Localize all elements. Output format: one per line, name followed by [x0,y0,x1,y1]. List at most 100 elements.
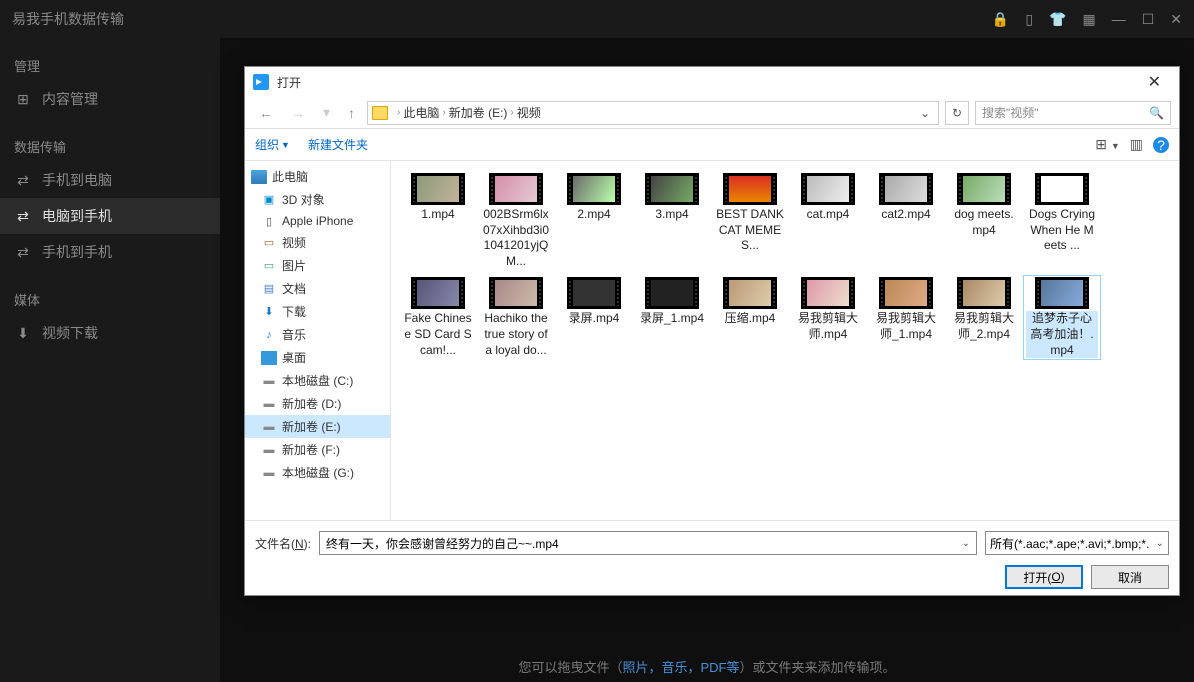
dialog-bottom: 文件名(N): 终有一天，你会感谢曾经努力的自己~~.mp4⌄ 所有(*.aac… [245,520,1179,595]
drop-hint-link[interactable]: 照片，音乐，PDF等 [622,660,739,675]
drop-hint: 您可以拖曳文件（照片，音乐，PDF等）或文件夹来添加传输项。 [518,657,895,676]
preview-pane-icon[interactable]: ▥ [1130,136,1143,153]
file-item[interactable]: BEST DANK CAT MEMES... [711,171,789,271]
file-label: Hachiko the true story of a loyal do... [480,311,552,358]
tree-item-icon: ▣ [261,193,277,207]
tree-item[interactable]: ♪音乐 [245,323,390,346]
file-label: 录屏.mp4 [567,311,622,327]
open-button[interactable]: 打开(O) [1005,565,1083,589]
sidebar-item[interactable]: ⬇视频下载 [0,315,220,351]
tree-item[interactable]: ⬇下载 [245,300,390,323]
sidebar-item[interactable]: ⊞内容管理 [0,81,220,117]
titlebar-icons: 🔒 ▯ 👕 ▦ — ☐ ✕ [992,11,1182,28]
tree-item[interactable]: ▤文档 [245,277,390,300]
tree-item-icon: ▭ [261,236,277,250]
tree-item[interactable]: 此电脑 [245,165,390,188]
tree-item[interactable]: ▬本地磁盘 (G:) [245,461,390,484]
nav-recent-icon[interactable]: ▾ [317,102,336,123]
tree-item[interactable]: ▬新加卷 (D:) [245,392,390,415]
dialog-titlebar: 打开 ✕ [245,67,1179,97]
search-icon: 🔍 [1149,106,1164,120]
sidebar: 管理⊞内容管理数据传输⇄手机到电脑⇄电脑到手机⇄手机到手机媒体⬇视频下载 [0,38,220,682]
file-item[interactable]: 易我剪辑大师_1.mp4 [867,275,945,360]
lock-icon[interactable]: 🔒 [992,11,1009,28]
view-mode-icon[interactable]: ⊞ ▼ [1095,136,1120,153]
new-folder-button[interactable]: 新建文件夹 [308,136,368,153]
folder-tree: 此电脑▣3D 对象▯Apple iPhone▭视频▭图片▤文档⬇下载♪音乐桌面▬… [245,161,391,520]
file-item[interactable]: Dogs Crying When He Meets ... [1023,171,1101,271]
tree-item[interactable]: ▭ 视频 [245,231,390,254]
cancel-button[interactable]: 取消 [1091,565,1169,589]
shirt-icon[interactable]: 👕 [1049,11,1066,28]
file-item[interactable]: 易我剪辑大师.mp4 [789,275,867,360]
tree-item-label: 图片 [282,257,306,274]
file-item[interactable]: cat2.mp4 [867,171,945,271]
file-thumbnail [879,173,933,205]
file-item[interactable]: 录屏.mp4 [555,275,633,360]
folder-icon [372,106,388,120]
sidebar-item[interactable]: ⇄手机到电脑 [0,162,220,198]
close-icon[interactable]: ✕ [1170,11,1182,28]
tree-item-icon [251,170,267,184]
phone-icon[interactable]: ▯ [1025,11,1033,28]
sidebar-item-icon: ⇄ [14,245,32,259]
sidebar-item-icon: ⇄ [14,209,32,223]
tree-item-icon: ▭ [261,259,277,273]
tree-item-label: 下载 [282,303,306,320]
dialog-close-icon[interactable]: ✕ [1138,70,1171,94]
file-thumbnail [567,173,621,205]
file-item[interactable]: 3.mp4 [633,171,711,271]
file-item[interactable]: 压缩.mp4 [711,275,789,360]
file-item[interactable]: 2.mp4 [555,171,633,271]
tree-item-label: 音乐 [282,326,306,343]
tree-item-label: 3D 对象 [282,191,325,208]
tree-item[interactable]: ▭ 图片 [245,254,390,277]
app-title: 易我手机数据传输 [12,9,124,29]
nav-up-icon[interactable]: ↑ [342,103,361,123]
tree-item[interactable]: ▬本地磁盘 (C:) [245,369,390,392]
tree-item[interactable]: ▣ 3D 对象 [245,188,390,211]
file-label: 002BSrm6lx07xXihbd3i01041201yjQM... [480,207,552,269]
sidebar-item-label: 手机到电脑 [42,170,112,190]
sidebar-item-label: 电脑到手机 [42,206,112,226]
tree-item[interactable]: 桌面 [245,346,390,369]
file-type-filter[interactable]: 所有(*.aac;*.ape;*.avi;*.bmp;*.⌄ [985,531,1169,555]
file-item[interactable]: Fake Chinese SD Card Scam!... [399,275,477,360]
organize-menu[interactable]: 组织 ▼ [255,136,290,153]
sidebar-item[interactable]: ⇄ 电脑到手机 [0,198,220,234]
filename-input[interactable]: 终有一天，你会感谢曾经努力的自己~~.mp4⌄ [319,531,977,555]
file-label: 追梦赤子心 高考加油！.mp4 [1026,311,1098,358]
tree-item-label: 视频 [282,234,306,251]
file-label: 压缩.mp4 [723,311,778,327]
menu-icon[interactable]: ▦ [1082,11,1095,28]
file-item[interactable]: 追梦赤子心 高考加油！.mp4 [1023,275,1101,360]
dialog-app-icon [253,74,269,90]
file-label: cat2.mp4 [879,207,932,223]
file-item[interactable]: 录屏_1.mp4 [633,275,711,360]
breadcrumb[interactable]: › 此电脑 › 新加卷 (E:) › 视频 ⌄ [367,101,939,125]
refresh-button[interactable]: ↻ [945,101,969,125]
file-item[interactable]: 002BSrm6lx07xXihbd3i01041201yjQM... [477,171,555,271]
file-label: dog meets.mp4 [948,207,1020,238]
minimize-icon[interactable]: — [1112,11,1126,27]
tree-item[interactable]: ▬新加卷 (F:) [245,438,390,461]
file-thumbnail [1035,277,1089,309]
file-label: Dogs Crying When He Meets ... [1026,207,1098,254]
file-thumbnail [957,277,1011,309]
file-thumbnail [489,277,543,309]
dialog-toolbar: 组织 ▼ 新建文件夹 ⊞ ▼ ▥ ? [245,129,1179,161]
search-input[interactable]: 搜索"视频" 🔍 [975,101,1171,125]
file-item[interactable]: cat.mp4 [789,171,867,271]
tree-item[interactable]: ▯Apple iPhone [245,211,390,231]
file-item[interactable]: 1.mp4 [399,171,477,271]
nav-forward-icon[interactable]: → [285,103,311,123]
file-item[interactable]: Hachiko the true story of a loyal do... [477,275,555,360]
breadcrumb-dropdown-icon[interactable]: ⌄ [916,106,934,120]
file-item[interactable]: 易我剪辑大师_2.mp4 [945,275,1023,360]
tree-item[interactable]: ▬新加卷 (E:) [245,415,390,438]
nav-back-icon[interactable]: ← [253,103,279,123]
help-icon[interactable]: ? [1153,137,1169,153]
maximize-icon[interactable]: ☐ [1142,11,1155,28]
file-item[interactable]: dog meets.mp4 [945,171,1023,271]
sidebar-item[interactable]: ⇄手机到手机 [0,234,220,270]
